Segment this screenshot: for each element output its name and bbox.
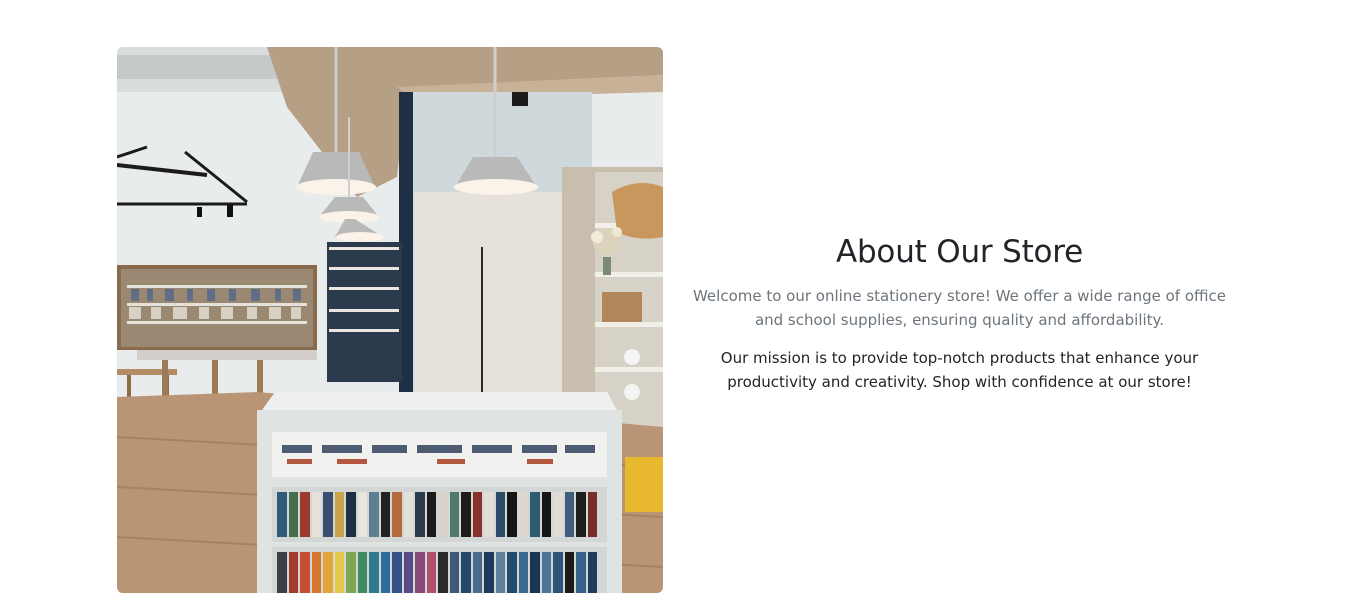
about-mission-text: Our mission is to provide top-notch prod… <box>720 349 1199 391</box>
about-lead-text: Welcome to our online stationery store! … <box>692 287 1227 329</box>
about-title: About Our Store <box>835 234 1084 270</box>
store-interior-photo <box>117 47 663 593</box>
about-text: About Our Store Welcome to our online st… <box>687 230 1232 394</box>
about-section: About Our Store Welcome to our online st… <box>0 0 1347 605</box>
